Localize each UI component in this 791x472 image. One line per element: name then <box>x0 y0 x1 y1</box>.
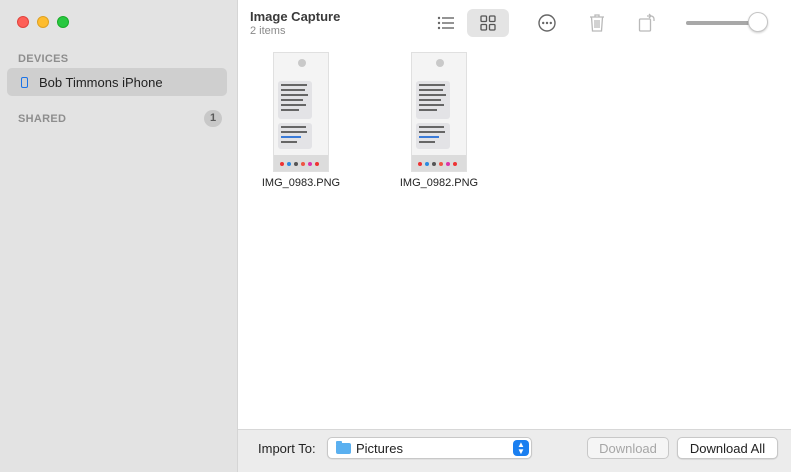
folder-icon <box>336 440 351 454</box>
rotate-button[interactable] <box>626 9 668 37</box>
slider-knob[interactable] <box>748 12 768 32</box>
image-item[interactable]: IMG_0982.PNG <box>389 52 489 189</box>
grid-view-button[interactable] <box>467 9 509 37</box>
image-item[interactable]: IMG_0983.PNG <box>251 52 351 189</box>
devices-section-header: DEVICES <box>18 53 69 65</box>
list-view-icon <box>437 16 454 30</box>
minimize-window-button[interactable] <box>37 16 49 28</box>
close-window-button[interactable] <box>17 16 29 28</box>
import-to-label: Import To: <box>258 441 316 456</box>
image-filename: IMG_0982.PNG <box>399 177 479 189</box>
toolbar: Image Capture 2 items <box>238 0 791 44</box>
shared-count-badge: 1 <box>204 110 222 127</box>
delete-button[interactable] <box>576 9 618 37</box>
shared-section-header[interactable]: SHARED <box>18 113 66 125</box>
image-thumbnail[interactable] <box>411 52 467 172</box>
import-destination-select[interactable]: Pictures ▲ ▼ <box>327 437 532 459</box>
iphone-icon <box>21 76 28 88</box>
chevron-up-down-icon: ▲ ▼ <box>513 440 529 456</box>
sidebar-item-device[interactable]: Bob Timmons iPhone <box>7 68 227 96</box>
window-title: Image Capture <box>250 9 341 24</box>
more-icon <box>538 14 556 32</box>
download-all-button[interactable]: Download All <box>677 437 778 459</box>
rotate-icon <box>638 13 655 32</box>
image-thumbnail[interactable] <box>273 52 329 172</box>
image-grid: IMG_0983.PNG IMG_0982.PNG <box>238 44 791 429</box>
list-view-button[interactable] <box>425 9 467 37</box>
import-destination-value: Pictures <box>356 440 403 456</box>
import-bar: Import To: Pictures ▲ ▼ Download Download… <box>238 429 791 472</box>
trash-icon <box>590 14 604 32</box>
window-controls <box>17 16 69 28</box>
sidebar: DEVICES Bob Timmons iPhone SHARED 1 <box>0 0 238 472</box>
device-name-label: Bob Timmons iPhone <box>39 74 163 90</box>
grid-view-icon <box>480 15 496 31</box>
more-actions-button[interactable] <box>526 9 568 37</box>
image-filename: IMG_0983.PNG <box>261 177 341 189</box>
item-count: 2 items <box>250 25 286 37</box>
maximize-window-button[interactable] <box>57 16 69 28</box>
download-button[interactable]: Download <box>587 437 669 459</box>
